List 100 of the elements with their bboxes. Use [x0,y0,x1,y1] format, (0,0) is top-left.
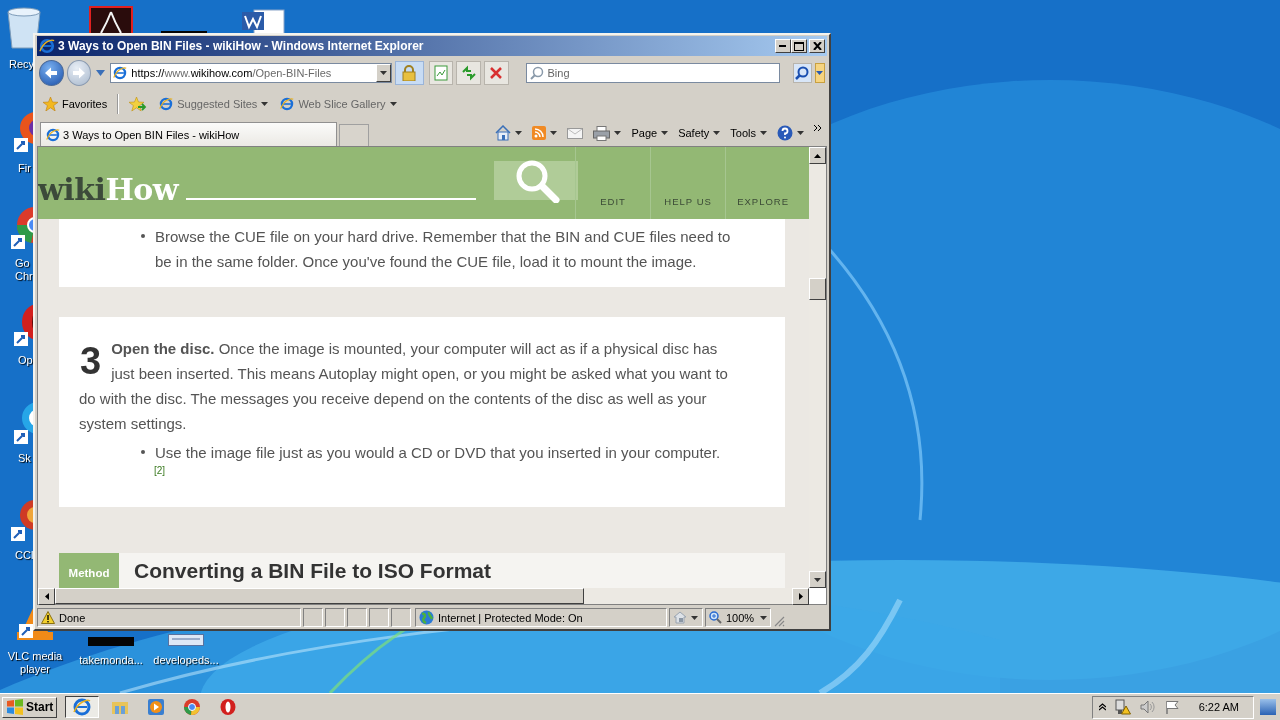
desktop-icon-label[interactable]: takemonda... [79,654,143,667]
caret-icon [713,131,721,135]
window-file-icon [168,634,204,646]
protected-mode-button[interactable] [669,608,703,627]
broken-page-icon [432,65,449,81]
caret-icon [661,131,669,135]
caret-up-icon [814,153,821,158]
zoom-icon [709,611,722,624]
printer-icon [593,125,611,141]
caret-icon [515,131,523,135]
command-menu[interactable]: Tools [728,127,769,139]
caret-icon [760,131,767,135]
caret-icon [380,71,388,75]
feeds-button[interactable] [530,126,560,140]
chevron-icon [814,125,822,131]
scroll-thumb[interactable] [809,278,826,300]
address-dropdown-button[interactable] [376,64,392,82]
folder-icon [111,699,130,715]
vertical-scrollbar[interactable] [809,147,826,588]
bullet-dot [141,450,145,454]
taskbar-app-button[interactable] [65,696,100,718]
help-icon [777,125,793,141]
search-icon [795,66,809,80]
home-button[interactable] [493,125,525,141]
step-bullet-text: Use the image file just as you would a CD or DVD that you inserted in your computer. [155,443,722,463]
zoom-button[interactable]: 100% [705,608,771,627]
forward-button[interactable] [66,60,92,86]
flag-icon[interactable] [1164,699,1180,715]
browser-tab[interactable]: 3 Ways to Open BIN Files - wikiHow [40,122,337,146]
status-pane [303,608,323,627]
command-menu[interactable]: Safety [676,127,723,139]
browser-icon [280,97,295,111]
warning-icon [41,611,55,624]
star-arrow-icon [129,96,148,112]
caret-icon [550,131,558,135]
minimize-icon [779,44,787,48]
caret-icon [797,131,804,135]
recent-pages-button[interactable] [94,70,108,76]
reference-link[interactable]: [2] [154,465,166,477]
mail-button[interactable] [565,127,586,139]
chevron-up-icon[interactable] [1098,703,1106,711]
status-pane [369,608,389,627]
refresh-icon [460,65,477,81]
horizontal-scrollbar[interactable] [38,588,809,604]
envelope-icon [567,127,584,139]
browser-icon [113,66,128,80]
desktop-icon-label[interactable]: Sk [18,452,31,465]
status-pane [391,608,411,627]
favorites-bar-link[interactable]: Suggested Sites [157,97,271,111]
close-button[interactable] [809,39,825,53]
status-text: Done [59,611,86,624]
window-title: 3 Ways to Open BIN Files - wikiHow - Windows Internet Explorer [58,39,425,53]
back-button[interactable] [39,60,64,86]
search-button[interactable] [792,63,812,83]
desktop-icon-label[interactable]: VLC media player [0,650,70,676]
maximize-button[interactable] [791,39,807,53]
desktop-icon-label[interactable]: developeds... [153,654,219,667]
caret-icon [760,615,767,620]
favorites-bar-link[interactable]: Web Slice Gallery [278,97,399,111]
caret-icon [261,102,269,106]
windows-logo-icon [6,699,24,715]
house-lock-icon [673,611,687,624]
scroll-down-button[interactable] [809,571,826,588]
desktop-icon-label[interactable]: Go Chr [15,257,31,283]
favorites-button[interactable]: Favorites [41,97,110,111]
more-button[interactable] [812,125,824,131]
address-field[interactable]: https://www.wikihow.com/Open-BIN-Files [110,63,393,83]
refresh-button[interactable] [456,61,481,85]
scroll-left-button[interactable] [38,588,55,605]
site-logo[interactable]: wikiHow [38,171,179,207]
desktop-icon-label[interactable]: Op [18,354,33,367]
caret-icon [614,131,622,135]
search-field[interactable]: Bing [525,63,780,83]
scroll-up-button[interactable] [809,147,826,164]
caret-icon [96,70,106,76]
resize-grip-icon[interactable] [773,615,785,627]
speaker-icon[interactable] [1139,700,1156,714]
desktop-icon-label[interactable]: Recy [9,58,35,71]
chrome-icon [183,698,202,716]
search-options-button[interactable] [814,63,825,83]
padlock-icon [401,65,418,81]
clock[interactable]: 6:22 AM [1198,701,1239,713]
stop-button[interactable] [483,61,509,85]
show-desktop-button[interactable] [1260,699,1276,715]
network-warning-icon[interactable] [1114,699,1131,715]
app-icon [88,637,134,646]
command-menu[interactable]: Page [629,127,671,139]
desktop-icon-label[interactable]: CCl [15,549,34,562]
desktop-icon-label[interactable]: Fir [18,162,31,175]
help-button[interactable] [775,125,806,141]
caret-icon [389,102,397,106]
minimize-button[interactable] [775,39,791,53]
browser-icon [46,127,60,142]
close-icon [812,42,822,50]
scroll-right-button[interactable] [792,588,809,605]
print-button[interactable] [591,125,624,141]
method-badge: Method [59,553,119,588]
scroll-thumb[interactable] [55,588,584,604]
forward-arrow-icon [72,67,86,79]
start-button[interactable]: Start [2,696,58,718]
